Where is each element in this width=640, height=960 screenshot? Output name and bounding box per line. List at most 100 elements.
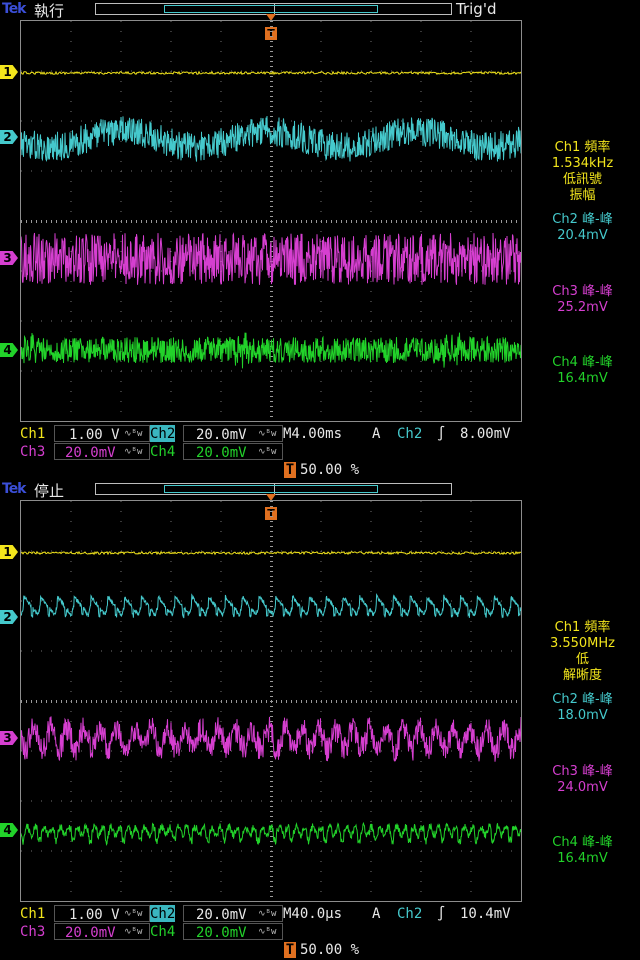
trigger-source[interactable]: Ch2: [397, 905, 422, 923]
center-tick: [270, 161, 273, 162]
grid-dot: [21, 550, 22, 552]
ch4-marker-icon[interactable]: 4: [0, 343, 18, 357]
measurement-ch1[interactable]: Ch1 頻率 1.534kHz 低訊號 振幅: [525, 140, 640, 204]
center-tick: [270, 186, 273, 187]
grid-dot: [220, 891, 222, 892]
grid-dot: [220, 21, 222, 22]
center-tick: [281, 220, 282, 223]
measurement-line: 16.4mV: [557, 371, 608, 386]
center-tick: [151, 220, 152, 223]
measurement-ch3[interactable]: Ch3 峰-峰 24.0mV: [525, 764, 640, 796]
center-tick: [176, 220, 177, 223]
center-tick: [306, 220, 307, 223]
trigger-mode[interactable]: A: [372, 425, 380, 443]
grid-dot: [381, 370, 382, 372]
center-tick: [251, 700, 252, 703]
grid-dot: [470, 871, 472, 872]
grid-dot: [131, 800, 132, 802]
trigger-mode[interactable]: A: [372, 905, 380, 923]
ch4-marker-icon[interactable]: 4: [0, 823, 18, 837]
ch2-label[interactable]: Ch2: [150, 905, 176, 922]
center-tick: [196, 700, 197, 703]
measurement-ch4[interactable]: Ch4 峰-峰 16.4mV: [525, 355, 640, 387]
trigger-position-readout[interactable]: T 50.00 %: [284, 462, 359, 478]
grid-dot: [461, 550, 462, 552]
ch2-label[interactable]: Ch2: [150, 425, 176, 442]
grid-dot: [31, 850, 32, 852]
grid-dot: [420, 831, 422, 832]
ch4-label[interactable]: Ch4: [150, 923, 175, 941]
grid-dot: [451, 120, 452, 122]
grid-dot: [141, 650, 142, 652]
trigger-position-readout[interactable]: T 50.00 %: [284, 942, 359, 958]
trigger-source[interactable]: Ch2: [397, 425, 422, 443]
grid-dot: [381, 320, 382, 322]
ch3-marker-icon[interactable]: 3: [0, 251, 18, 265]
grid-dot: [320, 531, 322, 532]
grid-dot: [170, 201, 172, 202]
grid-dot: [151, 650, 152, 652]
ch3-label[interactable]: Ch3: [20, 923, 45, 941]
grid-dot: [411, 550, 412, 552]
trigger-level[interactable]: 10.4mV: [460, 905, 511, 923]
grid-dot: [411, 800, 412, 802]
grid-dot: [41, 650, 42, 652]
center-tick: [101, 220, 102, 223]
center-tick: [146, 700, 147, 703]
grid-dot: [231, 550, 232, 552]
grid-dot: [420, 781, 422, 782]
grid-dot: [420, 871, 422, 872]
status-bar: Ch1 1.00 V ∿ᴮw Ch2 20.0mV ∿ᴮw M4.00ms A …: [0, 424, 640, 478]
ch2-marker-icon[interactable]: 2: [0, 610, 18, 624]
center-tick: [506, 700, 507, 703]
center-tick: [270, 291, 273, 292]
grid-dot: [120, 561, 122, 562]
grid-dot: [471, 850, 472, 852]
center-tick: [46, 220, 47, 223]
grid-dot: [141, 550, 142, 552]
measurement-ch1[interactable]: Ch1 頻率 3.550MHz 低解晰度: [525, 620, 640, 684]
center-tick: [401, 220, 402, 223]
ch1-marker-icon[interactable]: 1: [0, 65, 18, 79]
grid-dot: [501, 320, 502, 322]
trigger-level[interactable]: 8.00mV: [460, 425, 511, 443]
grid-dot: [181, 850, 182, 852]
grid-dot: [431, 320, 432, 322]
ch1-marker-icon[interactable]: 1: [0, 545, 18, 559]
grid-dot: [70, 721, 72, 722]
measurement-ch2[interactable]: Ch2 峰-峰 18.0mV: [525, 692, 640, 724]
ch1-label[interactable]: Ch1: [20, 425, 45, 443]
grid-dot: [351, 800, 352, 802]
measurement-ch2[interactable]: Ch2 峰-峰 20.4mV: [525, 212, 640, 244]
grid-dot: [370, 111, 372, 112]
trigger-slope-icon[interactable]: ∫: [437, 425, 445, 443]
grid-dot: [320, 31, 322, 32]
grid-dot: [181, 320, 182, 322]
center-tick: [406, 700, 407, 703]
grid-dot: [391, 70, 392, 72]
ch1-label[interactable]: Ch1: [20, 905, 45, 923]
grid-dot: [470, 881, 472, 882]
grid-dot: [211, 170, 212, 172]
grid-dot: [341, 850, 342, 852]
grid-dot: [220, 101, 222, 102]
measurement-ch4[interactable]: Ch4 峰-峰 16.4mV: [525, 835, 640, 867]
ch3-marker-icon[interactable]: 3: [0, 731, 18, 745]
trigger-slope-icon[interactable]: ∫: [437, 905, 445, 923]
grid-dot: [171, 650, 172, 652]
grid-dot: [170, 241, 172, 242]
grid-dot: [491, 320, 492, 322]
grid-dot: [201, 370, 202, 372]
center-tick: [286, 220, 287, 223]
measurement-ch3[interactable]: Ch3 峰-峰 25.2mV: [525, 284, 640, 316]
ch3-label[interactable]: Ch3: [20, 443, 45, 461]
timebase[interactable]: M4.00ms: [283, 425, 342, 443]
ch4-label[interactable]: Ch4: [150, 443, 175, 461]
timebase[interactable]: M40.0µs: [283, 905, 342, 923]
grid-dot: [420, 761, 422, 762]
grid-dot: [221, 70, 222, 72]
ch2-marker-icon[interactable]: 2: [0, 130, 18, 144]
grid-dot: [70, 21, 72, 22]
center-tick: [270, 881, 273, 882]
center-tick: [236, 700, 237, 703]
